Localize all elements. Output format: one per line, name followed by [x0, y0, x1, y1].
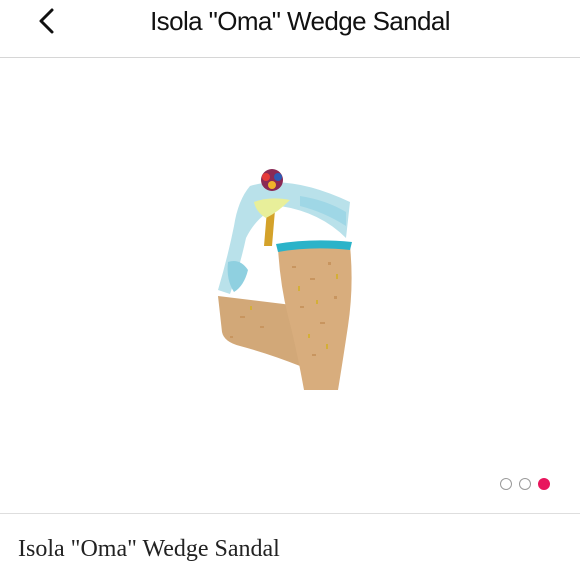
- nav-header: Isola "Oma" Wedge Sandal: [0, 0, 580, 58]
- product-name: Isola "Oma" Wedge Sandal: [18, 536, 280, 562]
- carousel-dot-active[interactable]: [538, 478, 550, 490]
- carousel-dot[interactable]: [500, 478, 512, 490]
- carousel-dot[interactable]: [519, 478, 531, 490]
- back-button[interactable]: [26, 2, 70, 46]
- chevron-left-icon: [39, 8, 54, 34]
- product-image-carousel[interactable]: [0, 58, 580, 512]
- page-title: Isola "Oma" Wedge Sandal: [150, 6, 450, 36]
- product-image[interactable]: [200, 166, 380, 396]
- divider: [0, 513, 580, 514]
- carousel-indicator: [500, 476, 550, 492]
